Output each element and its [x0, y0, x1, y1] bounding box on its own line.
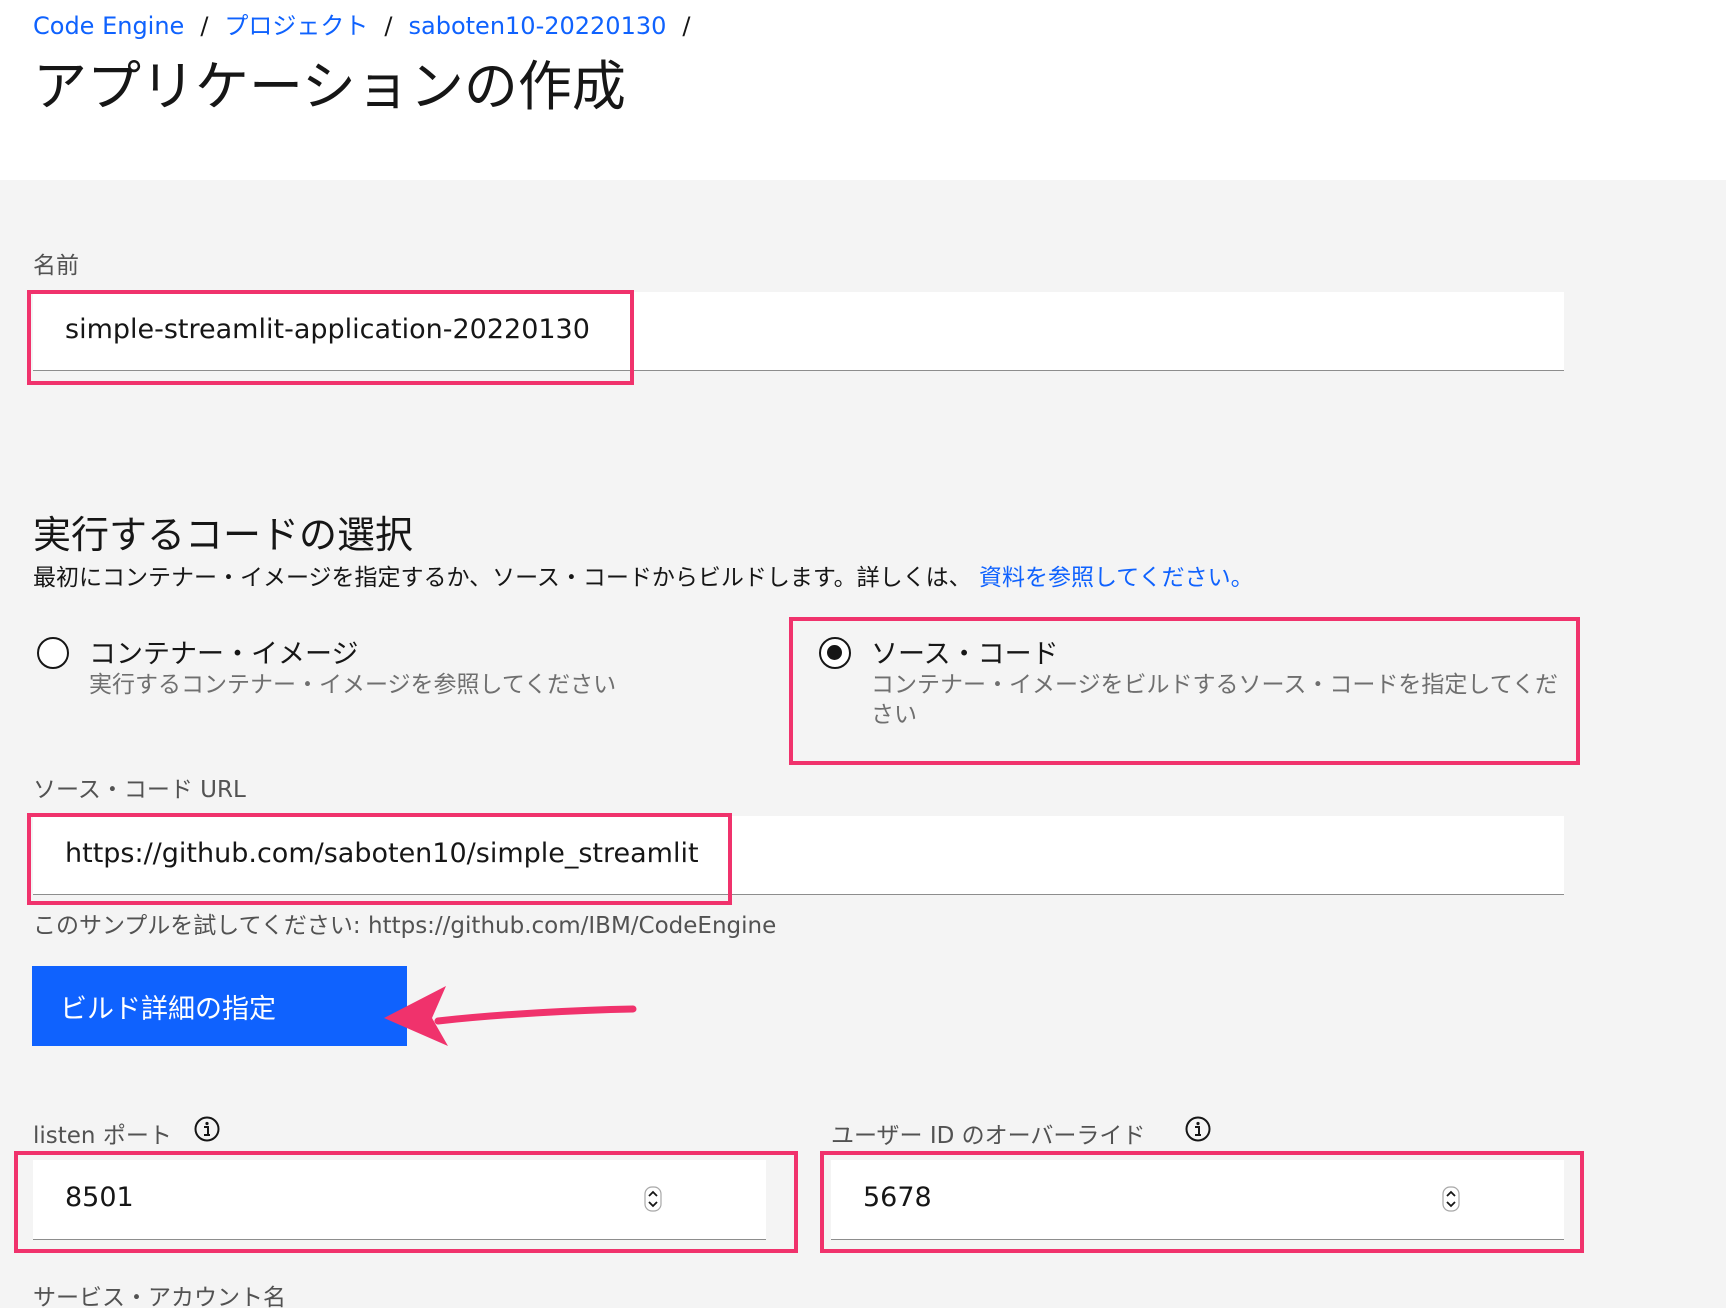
source-url-helper: このサンプルを試してください: https://github.com/IBM/C… [33, 913, 777, 939]
radio-container-image[interactable] [37, 637, 69, 669]
breadcrumb-projects[interactable]: プロジェクト [224, 12, 368, 40]
annotation-highlight-name [27, 290, 634, 385]
user-id-label-text: ユーザー ID のオーバーライド [831, 1123, 1146, 1149]
page-title: アプリケーションの作成 [33, 55, 626, 118]
specify-build-details-button[interactable]: ビルド詳細の指定 [32, 966, 407, 1046]
breadcrumb: Code Engine / プロジェクト / saboten10-20220130 / [33, 6, 706, 41]
annotation-highlight-source-code [789, 617, 1580, 765]
docs-link[interactable]: 資料を参照してください。 [979, 565, 1254, 591]
section-title-code: 実行するコードの選択 [33, 513, 414, 557]
info-icon[interactable] [1185, 1116, 1211, 1142]
arrow-annotation [384, 986, 637, 1046]
breadcrumb-code-engine[interactable]: Code Engine [33, 12, 184, 40]
annotation-highlight-listen-port [14, 1151, 798, 1253]
name-label: 名前 [33, 253, 79, 279]
breadcrumb-project-name[interactable]: saboten10-20220130 [409, 12, 667, 40]
listen-port-label-text: listen ポート [33, 1123, 172, 1149]
breadcrumb-separator: / [200, 12, 209, 40]
source-url-label: ソース・コード URL [33, 777, 246, 803]
section-description-text: 最初にコンテナー・イメージを指定するか、ソース・コードからビルドします。詳しくは… [33, 565, 972, 591]
radio-container-image-title: コンテナー・イメージ [89, 639, 359, 670]
service-account-label: サービス・アカウント名 [33, 1285, 286, 1311]
section-description: 最初にコンテナー・イメージを指定するか、ソース・コードからビルドします。詳しくは… [33, 558, 1254, 592]
radio-container-image-description: 実行するコンテナー・イメージを参照してください [89, 672, 617, 698]
breadcrumb-separator: / [384, 12, 393, 40]
listen-port-label: listen ポート [33, 1116, 172, 1150]
annotation-highlight-user-id [820, 1151, 1584, 1253]
annotation-highlight-source-url [27, 813, 732, 905]
info-icon[interactable] [194, 1116, 220, 1142]
breadcrumb-separator: / [682, 12, 691, 40]
user-id-label: ユーザー ID のオーバーライド [831, 1116, 1145, 1150]
